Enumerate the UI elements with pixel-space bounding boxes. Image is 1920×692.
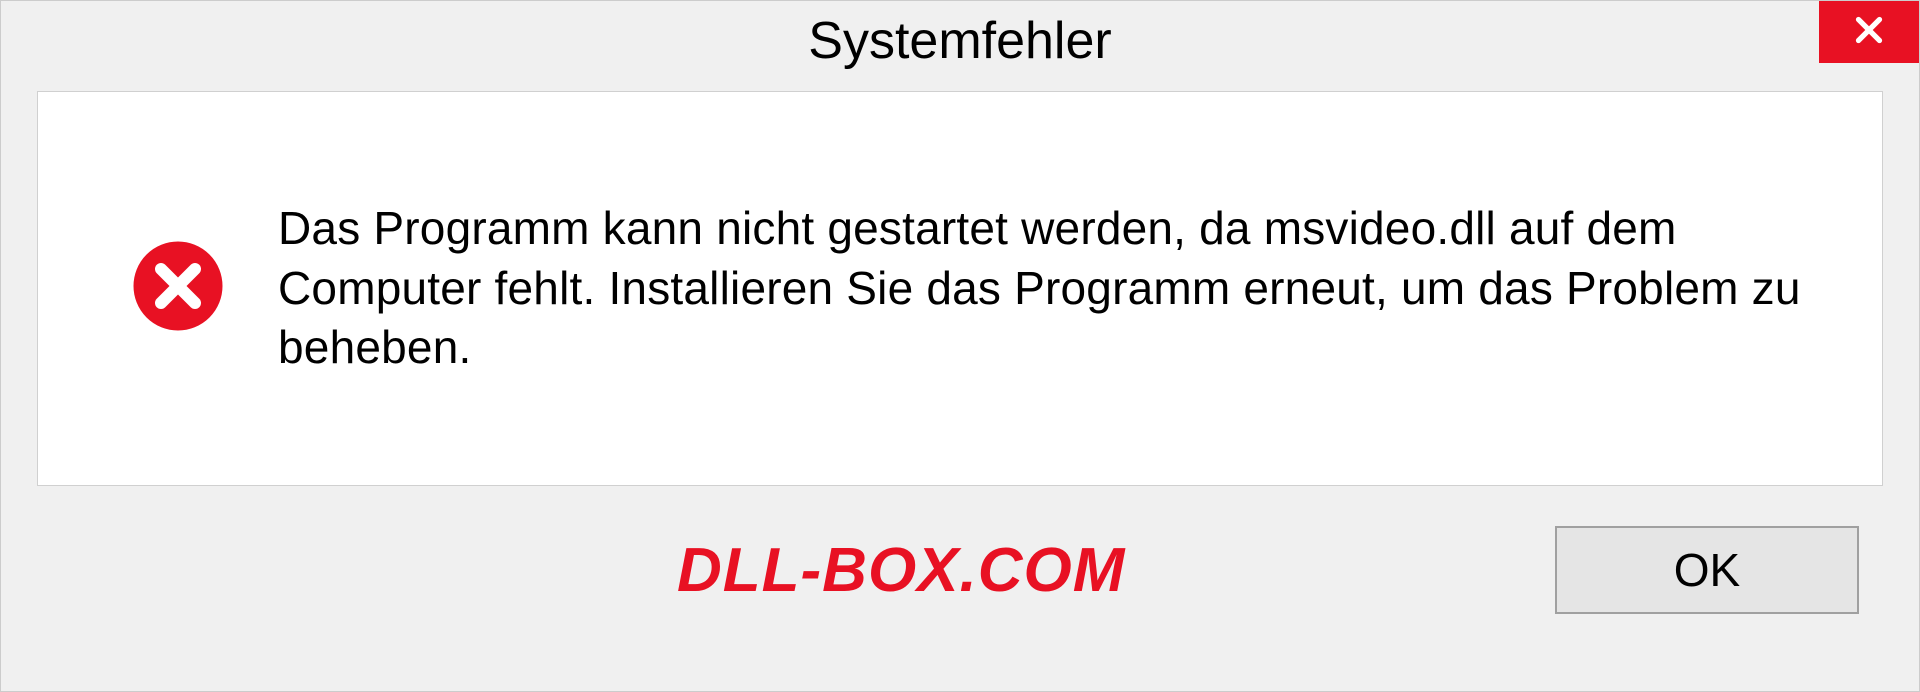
footer: DLL-BOX.COM OK bbox=[1, 486, 1919, 614]
dialog-title: Systemfehler bbox=[808, 11, 1111, 71]
error-dialog: Systemfehler Das Programm kann nicht ges… bbox=[0, 0, 1920, 692]
error-icon bbox=[128, 236, 228, 341]
ok-button-label: OK bbox=[1674, 543, 1740, 597]
titlebar: Systemfehler bbox=[1, 1, 1919, 81]
close-icon bbox=[1851, 12, 1887, 53]
error-message: Das Programm kann nicht gestartet werden… bbox=[278, 199, 1822, 378]
close-button[interactable] bbox=[1819, 1, 1919, 63]
watermark-text: DLL-BOX.COM bbox=[37, 535, 1125, 606]
content-panel: Das Programm kann nicht gestartet werden… bbox=[37, 91, 1883, 486]
ok-button[interactable]: OK bbox=[1555, 526, 1859, 614]
